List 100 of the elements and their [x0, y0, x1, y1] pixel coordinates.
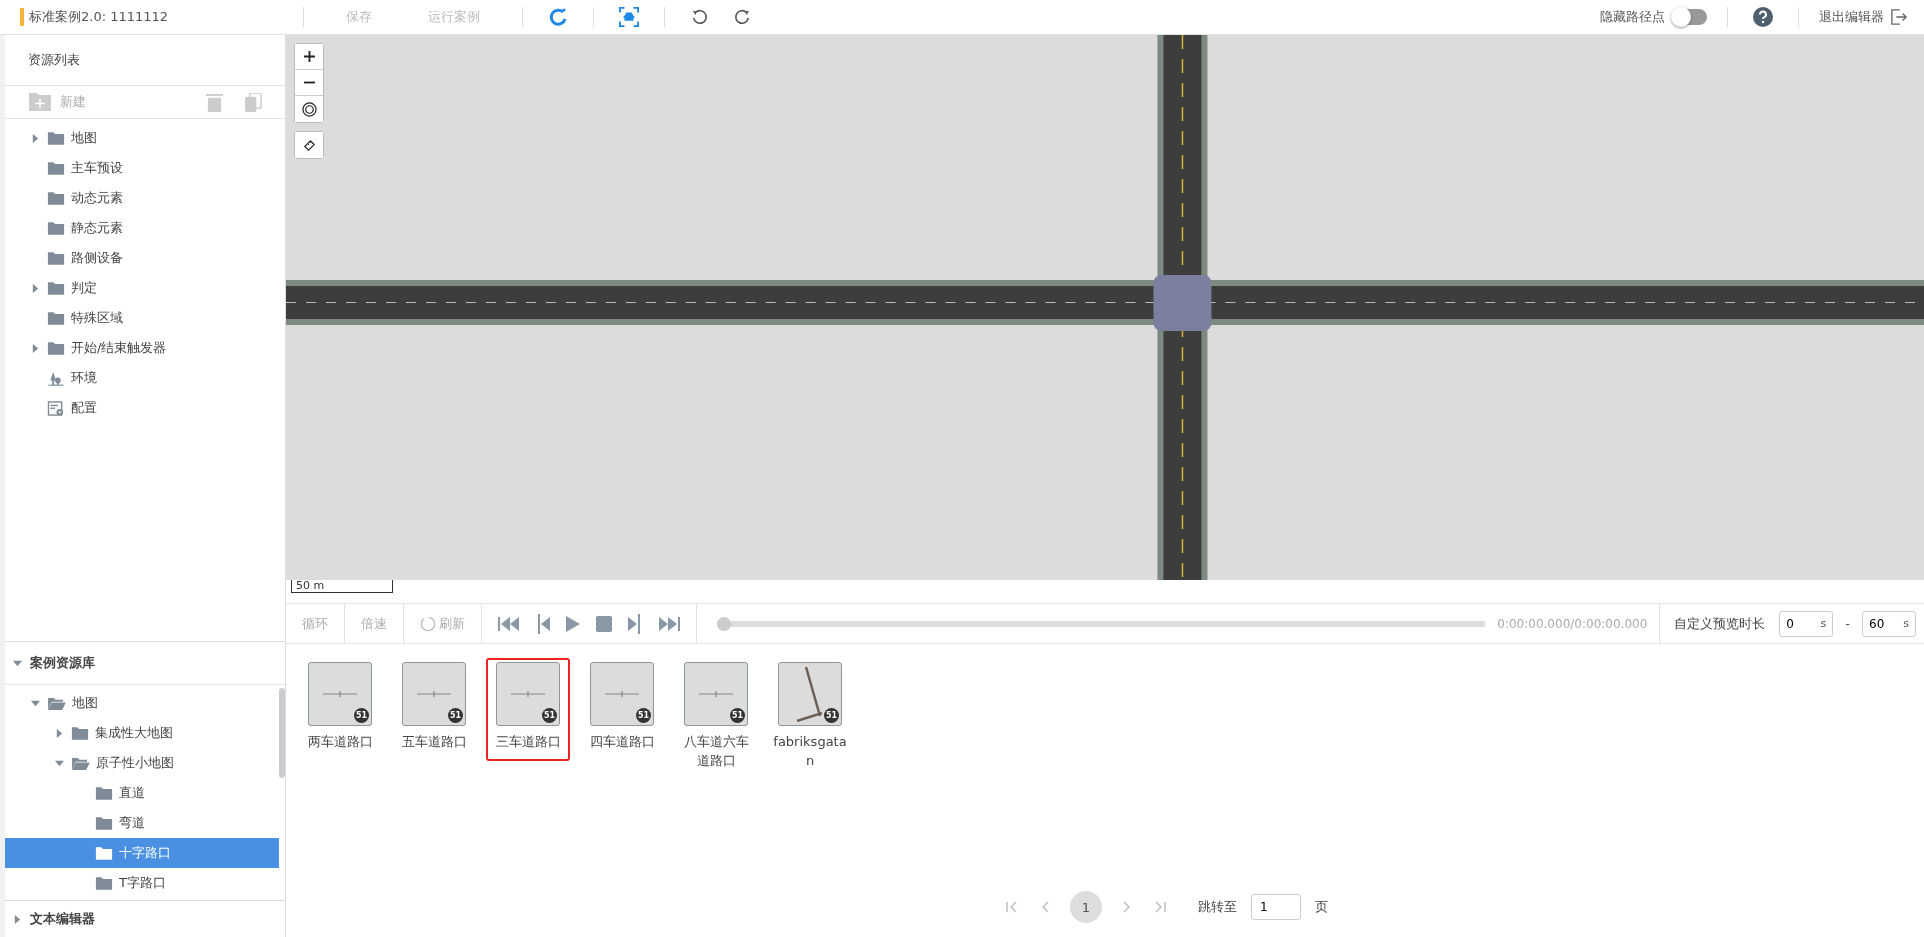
end-time-field[interactable]: 60 s — [1862, 610, 1916, 637]
caret-icon[interactable] — [54, 728, 64, 738]
progress-handle[interactable] — [717, 616, 731, 631]
skip-end-icon[interactable] — [658, 616, 680, 631]
page-input[interactable]: 1 — [1251, 894, 1301, 920]
caret-icon[interactable] — [13, 658, 22, 668]
refresh-icon[interactable] — [548, 7, 568, 27]
toggle-label: 隐藏路径点 — [1600, 8, 1665, 26]
tree-item[interactable]: 静态元素 — [5, 213, 285, 243]
map-card[interactable]: 51 五车道路口 — [392, 658, 476, 761]
badge: 51 — [354, 708, 369, 723]
caret-icon[interactable] — [54, 758, 64, 768]
section-header[interactable]: 案例资源库 — [5, 641, 285, 685]
target-icon — [301, 101, 317, 117]
folder-icon — [47, 220, 65, 236]
stop-icon[interactable] — [596, 615, 612, 632]
caret-icon[interactable] — [13, 914, 22, 924]
redo-icon[interactable] — [733, 8, 751, 26]
exit-editor-button[interactable]: 退出编辑器 — [1813, 7, 1914, 27]
panel-title: 资源列表 — [5, 35, 285, 86]
start-time-field[interactable]: 0 s — [1779, 610, 1834, 637]
card-label: 五车道路口 — [400, 733, 468, 751]
ruler-icon — [301, 137, 317, 153]
tree-item[interactable]: T字路口 — [5, 868, 279, 898]
last-page-icon — [1154, 901, 1166, 913]
map-card[interactable]: 51 两车道路口 — [298, 658, 382, 761]
road-preview-drawing — [796, 666, 824, 722]
tree-item[interactable]: 环境 — [5, 363, 285, 393]
open-folder-icon — [71, 755, 90, 771]
unit-label: s — [1903, 617, 1909, 630]
car-focus-icon[interactable] — [619, 7, 639, 27]
plus-icon — [303, 51, 315, 62]
badge: 51 — [542, 708, 557, 723]
duration-label: 自定义预览时长 — [1673, 614, 1767, 633]
unit-label: s — [1820, 617, 1827, 630]
map-card[interactable]: 51 四车道路口 — [580, 658, 664, 761]
tree-item[interactable]: 主车预设 — [5, 153, 285, 183]
folder-icon — [47, 190, 65, 206]
step-forward-icon[interactable] — [628, 613, 642, 634]
badge: 51 — [730, 708, 745, 723]
folder-icon — [47, 310, 65, 326]
card-label: 八车道六车道路口 — [682, 733, 750, 770]
tree-item[interactable]: 配置 — [5, 393, 285, 423]
undo-icon[interactable] — [691, 8, 709, 26]
section-title: 案例资源库 — [30, 654, 95, 672]
road-preview-drawing — [605, 691, 639, 697]
scrollbar[interactable] — [279, 688, 285, 778]
tree-item[interactable]: 直道 — [5, 778, 279, 808]
tree-item[interactable]: 地图 — [5, 123, 285, 153]
tree-icon — [47, 370, 65, 386]
folder-icon — [47, 250, 65, 266]
map-card[interactable]: 51 八车道六车道路口 — [674, 658, 758, 780]
tree-item[interactable]: 判定 — [5, 273, 285, 303]
folder-icon — [47, 280, 65, 296]
toggle-switch[interactable] — [1673, 9, 1707, 25]
skip-start-icon[interactable] — [498, 616, 520, 631]
tree-item[interactable]: 动态元素 — [5, 183, 285, 213]
exit-icon — [1890, 9, 1908, 25]
help-icon[interactable] — [1753, 7, 1773, 27]
badge: 51 — [448, 708, 463, 723]
first-page-icon — [1006, 901, 1018, 913]
map-card[interactable]: 51 fabriksgatan — [768, 658, 852, 780]
caret-icon[interactable] — [30, 133, 40, 143]
step-back-icon[interactable] — [536, 613, 550, 634]
badge: 51 — [636, 708, 651, 723]
card-label: 三车道路口 — [494, 733, 562, 751]
tree-item[interactable]: 开始/结束触发器 — [5, 333, 285, 363]
tree-item[interactable]: 地图 — [5, 688, 279, 718]
card-label: 两车道路口 — [306, 733, 374, 751]
ruler-button[interactable] — [295, 132, 323, 158]
section-title: 文本编辑器 — [30, 910, 95, 928]
scale-bar: 50 m — [291, 580, 393, 593]
range-separator: - — [1845, 616, 1850, 631]
folder-icon — [95, 845, 113, 861]
folder-icon — [95, 785, 113, 801]
folder-plus-icon — [28, 92, 52, 112]
zoom-in-button[interactable] — [295, 44, 323, 70]
card-label: 四车道路口 — [588, 733, 656, 751]
section-header[interactable]: 文本编辑器 — [5, 900, 285, 937]
settings-icon — [47, 400, 65, 416]
folder-icon — [47, 340, 65, 356]
open-folder-icon — [47, 695, 66, 711]
play-icon[interactable] — [566, 615, 580, 632]
jump-label: 跳转至 — [1198, 898, 1237, 916]
tree-item[interactable]: 弯道 — [5, 808, 279, 838]
map-card[interactable]: 51 三车道路口 — [486, 658, 570, 761]
road-preview-drawing — [699, 691, 733, 697]
spinner-icon — [420, 615, 436, 632]
folder-icon — [47, 130, 65, 146]
tree-item[interactable]: 特殊区域 — [5, 303, 285, 333]
page-number[interactable]: 1 — [1070, 891, 1102, 923]
caret-icon[interactable] — [30, 343, 40, 353]
road-preview-drawing — [511, 691, 545, 697]
caret-icon[interactable] — [30, 283, 40, 293]
tree-item[interactable]: 原子性小地图 — [5, 748, 279, 778]
tree-item[interactable]: 集成性大地图 — [5, 718, 279, 748]
folder-icon — [95, 875, 113, 891]
folder-icon — [47, 160, 65, 176]
caret-icon[interactable] — [30, 698, 40, 708]
tree-item[interactable]: 路侧设备 — [5, 243, 285, 273]
